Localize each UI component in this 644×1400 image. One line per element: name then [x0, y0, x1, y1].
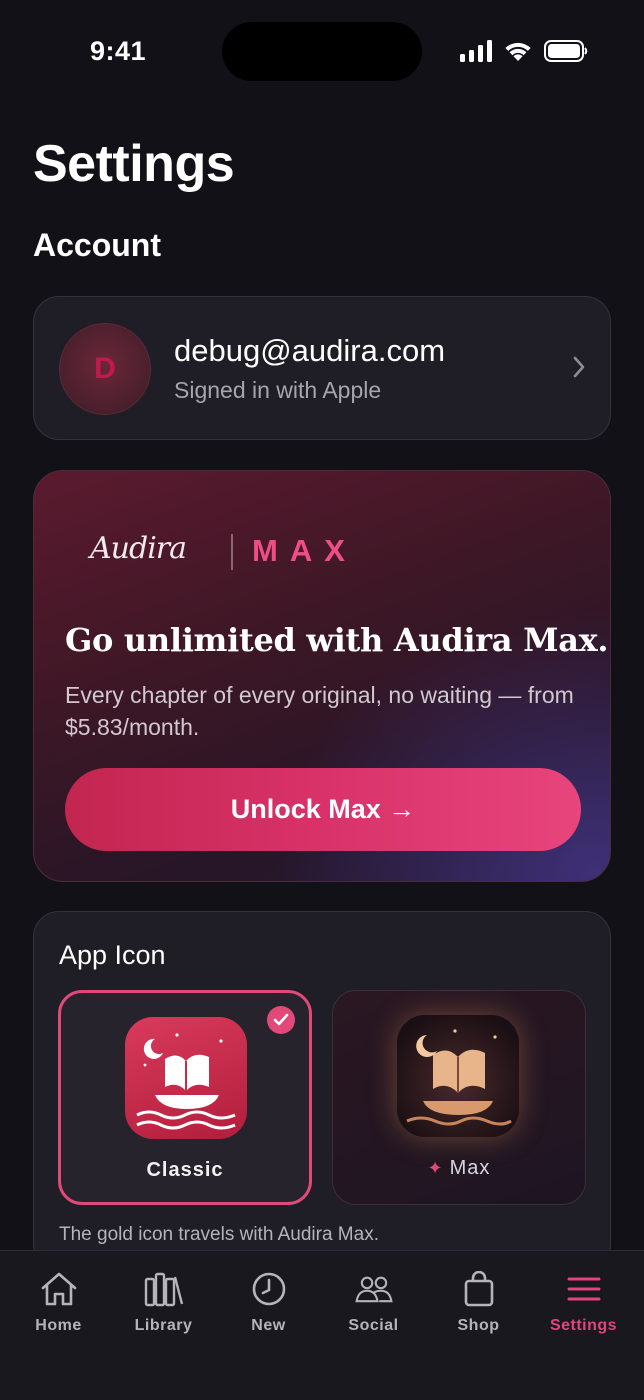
tab-label-settings: Settings: [549, 1317, 618, 1334]
app-icon-card: App Icon Classic ✦ Max The gold icon tra…: [33, 911, 611, 1271]
app-icon-option-max[interactable]: ✦ Max: [332, 990, 586, 1205]
tab-label-shop: Shop: [457, 1317, 500, 1334]
tab-library[interactable]: Library: [111, 1251, 216, 1351]
app-icon-note: The gold icon travels with Audira Max.: [59, 1224, 379, 1245]
chevron-right-icon: [573, 356, 585, 378]
tab-label-library: Library: [134, 1317, 193, 1334]
tab-bar: Home Library New Social Shop Settings: [0, 1250, 644, 1400]
home-icon: [39, 1269, 79, 1309]
tab-label-home: Home: [35, 1317, 82, 1334]
status-bar: 9:41: [0, 0, 644, 100]
wifi-icon: [505, 42, 531, 61]
account-card[interactable]: D debug@audira.com Signed in with Apple: [33, 296, 611, 440]
tab-shop[interactable]: Shop: [426, 1251, 531, 1351]
audira-logo: Audira: [90, 531, 187, 566]
classic-app-icon: [125, 1017, 247, 1139]
sparkle-icon: ✦: [427, 1158, 444, 1178]
account-signin-method: Signed in with Apple: [174, 377, 382, 403]
tab-label-social: Social: [348, 1317, 399, 1334]
tab-new[interactable]: New: [216, 1251, 321, 1351]
library-icon: [144, 1269, 184, 1309]
app-icon-title: App Icon: [59, 940, 166, 970]
selected-check-icon: [267, 1006, 295, 1034]
avatar: D: [59, 323, 151, 415]
people-icon: [354, 1269, 394, 1309]
dynamic-island: [222, 22, 422, 81]
tab-label-new: New: [251, 1317, 286, 1334]
page-title: Settings: [33, 135, 235, 193]
app-icon-label-max: ✦ Max: [333, 1157, 585, 1180]
section-title-account: Account: [33, 227, 161, 263]
battery-icon: [544, 40, 588, 62]
app-icon-label-max-text: Max: [449, 1157, 491, 1179]
tab-settings[interactable]: Settings: [531, 1251, 636, 1351]
logo-divider: [231, 534, 233, 570]
bag-icon: [459, 1269, 499, 1309]
signal-icon: [460, 40, 492, 62]
max-wordmark: MAX: [252, 533, 357, 568]
max-promo-card: Audira MAX Go unlimited with Audira Max.…: [33, 470, 611, 882]
app-icon-label-classic: Classic: [146, 1159, 224, 1181]
app-icon-option-classic[interactable]: Classic: [58, 990, 312, 1205]
promo-headline: Go unlimited with Audira Max.: [65, 621, 609, 659]
status-time: 9:41: [90, 36, 147, 66]
promo-body: Every chapter of every original, no wait…: [65, 682, 574, 740]
menu-icon: [564, 1269, 604, 1309]
tab-social[interactable]: Social: [321, 1251, 426, 1351]
status-icons: [460, 40, 588, 62]
clock-icon: [249, 1269, 289, 1309]
unlock-max-button[interactable]: Unlock Max →: [65, 768, 581, 851]
tab-home[interactable]: Home: [6, 1251, 111, 1351]
max-app-icon: [397, 1015, 519, 1137]
account-email: debug@audira.com: [174, 333, 446, 368]
